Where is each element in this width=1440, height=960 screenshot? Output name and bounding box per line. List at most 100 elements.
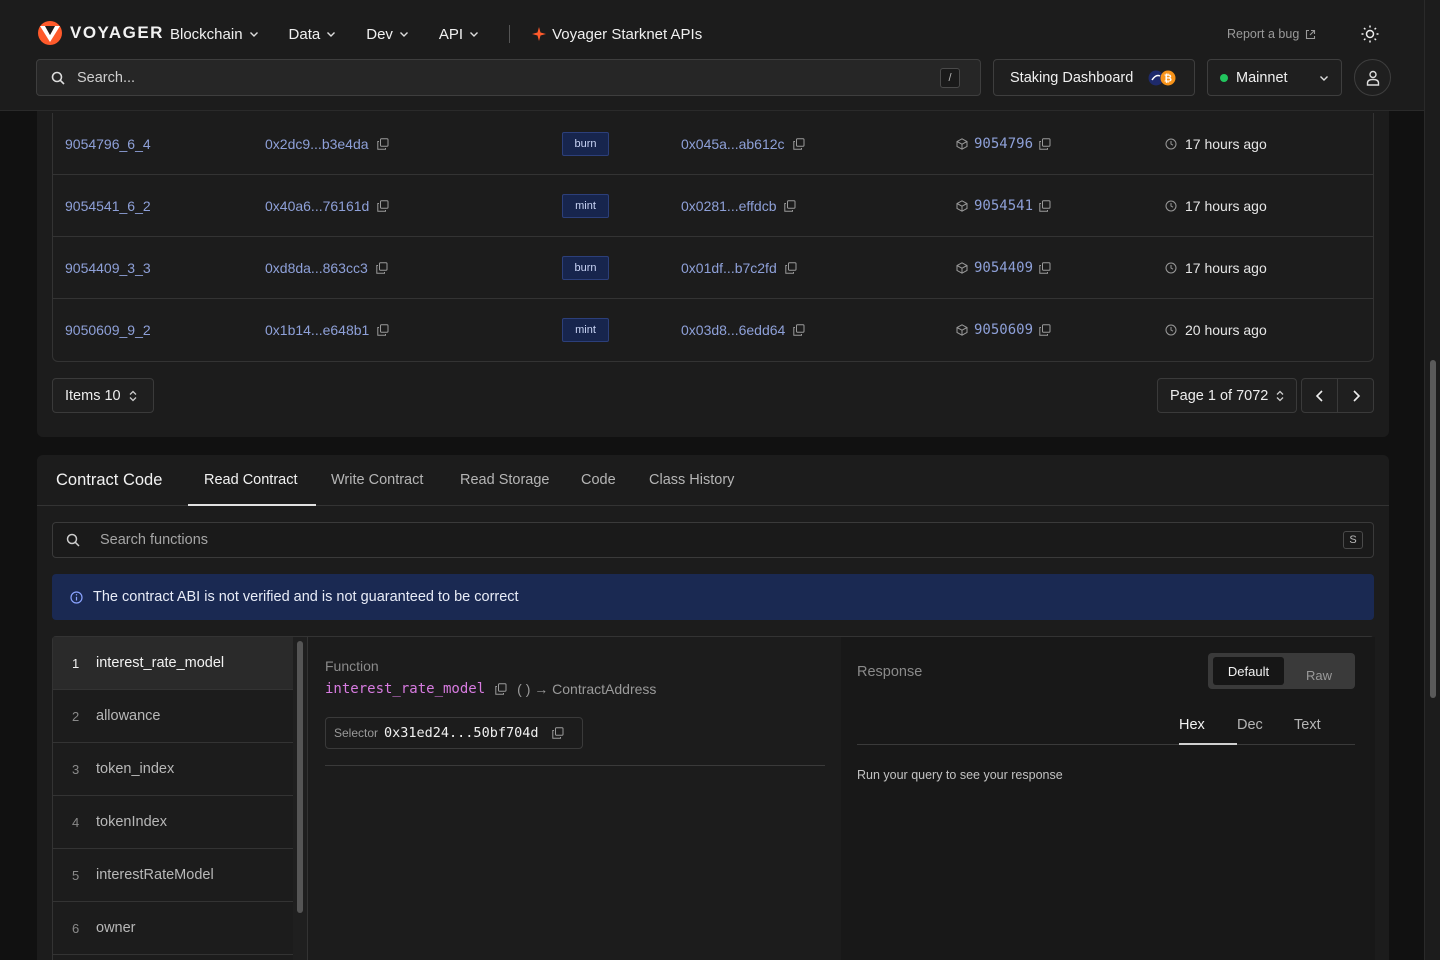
page-scrollbar[interactable] (1424, 0, 1440, 960)
tab-write-contract[interactable]: Write Contract (331, 472, 423, 488)
page-select[interactable]: Page 1 of 7072 (1157, 378, 1297, 413)
user-account-button[interactable] (1354, 59, 1391, 96)
function-label: Function (325, 658, 379, 674)
event-id-link[interactable]: 9054541_6_2 (65, 175, 151, 237)
page-scroll-thumb[interactable] (1430, 360, 1436, 698)
network-selector[interactable]: Mainnet (1207, 59, 1342, 96)
function-item[interactable]: 1 interest_rate_model (53, 637, 293, 690)
mode-raw-button[interactable]: Raw (1288, 661, 1350, 689)
tab-read-storage[interactable]: Read Storage (460, 472, 549, 488)
selector-label: Selector (334, 726, 379, 740)
function-item[interactable]: 4 tokenIndex (53, 796, 293, 849)
copy-icon[interactable] (1039, 200, 1051, 212)
from-address-link[interactable]: 0x0281...effdcb (681, 198, 776, 214)
nav-blockchain-label: Blockchain (170, 25, 243, 43)
function-name: interest_rate_model (96, 655, 225, 671)
tab-class-history[interactable]: Class History (649, 472, 734, 488)
chevron-up-down-icon (129, 390, 137, 401)
function-list-scrollbar[interactable] (293, 637, 308, 960)
block-number-link[interactable]: 9054541 (974, 198, 1033, 214)
page-label: Page 1 of 7072 (1170, 387, 1269, 404)
nav-blockchain[interactable]: Blockchain (170, 26, 259, 43)
next-page-button[interactable] (1337, 378, 1374, 413)
copy-icon[interactable] (785, 262, 797, 274)
format-hex-tab[interactable]: Hex (1179, 717, 1205, 733)
block-number-link[interactable]: 9054409 (974, 260, 1033, 276)
chevron-up-down-icon (1276, 390, 1284, 401)
format-dec-tab[interactable]: Dec (1237, 717, 1263, 733)
copy-icon[interactable] (1039, 138, 1051, 150)
function-item[interactable]: 5 interestRateModel (53, 849, 293, 902)
event-id-link[interactable]: 9054409_3_3 (65, 237, 151, 299)
active-format-indicator (1179, 743, 1237, 745)
format-text-tab[interactable]: Text (1294, 717, 1321, 733)
transfers-table: 9054796_6_4 0x2dc9...b3e4da burn 0x045a.… (52, 113, 1374, 362)
contract-card: Contract Code Read Contract Write Contra… (37, 455, 1389, 960)
nav-data[interactable]: Data (289, 26, 337, 43)
copy-icon[interactable] (784, 200, 796, 212)
copy-icon[interactable] (376, 262, 388, 274)
starknet-bitcoin-token-icons: ₿ (1148, 70, 1176, 86)
abi-warning-alert: The contract ABI is not verified and is … (52, 574, 1374, 620)
from-address-cell: 0x01df...b7c2fd (681, 237, 797, 299)
from-address-cell: 0x0281...effdcb (681, 175, 796, 237)
nav-api[interactable]: API (439, 26, 479, 43)
tx-hash-link[interactable]: 0x40a6...76161d (265, 198, 369, 214)
copy-icon[interactable] (552, 727, 564, 739)
from-address-cell: 0x03d8...6edd64 (681, 299, 805, 361)
tx-hash-cell: 0xd8da...863cc3 (265, 237, 388, 299)
mode-default-button[interactable]: Default (1213, 657, 1284, 685)
items-per-page-select[interactable]: Items 10 (52, 378, 154, 413)
copy-icon[interactable] (792, 138, 805, 150)
copy-icon[interactable] (1039, 324, 1051, 336)
nav-starknet-apis[interactable]: Voyager Starknet APIs (532, 26, 702, 43)
function-item[interactable]: 6 owner (53, 902, 293, 955)
event-id-link[interactable]: 9054796_6_4 (65, 113, 151, 175)
table-row: 9050609_9_2 0x1b14...e648b1 mint 0x03d8.… (53, 299, 1373, 361)
global-search-input[interactable]: Search... / (36, 59, 981, 96)
tx-hash-link[interactable]: 0x2dc9...b3e4da (265, 136, 369, 152)
cube-icon (956, 138, 968, 150)
staking-dashboard-button[interactable]: Staking Dashboard ₿ (993, 59, 1195, 96)
table-row: 9054541_6_2 0x40a6...76161d mint 0x0281.… (53, 175, 1373, 237)
copy-icon[interactable] (1039, 262, 1051, 274)
block-number-link[interactable]: 9054796 (974, 136, 1033, 152)
copy-icon[interactable] (377, 324, 389, 336)
from-address-link[interactable]: 0x03d8...6edd64 (681, 322, 785, 338)
tx-hash-cell: 0x2dc9...b3e4da (265, 113, 389, 175)
function-item[interactable]: 2 allowance (53, 690, 293, 743)
nav-divider (509, 25, 511, 43)
age-text: 17 hours ago (1185, 136, 1267, 152)
copy-icon[interactable] (376, 138, 389, 150)
tx-hash-link[interactable]: 0xd8da...863cc3 (265, 260, 368, 276)
from-address-cell: 0x045a...ab612c (681, 113, 805, 175)
tab-read-contract[interactable]: Read Contract (204, 472, 298, 488)
chevron-left-icon (1315, 389, 1323, 402)
main-nav: Blockchain Data Dev API Voyager Starknet… (170, 22, 702, 46)
function-list-scroll-thumb[interactable] (297, 641, 303, 913)
from-address-link[interactable]: 0x01df...b7c2fd (681, 260, 777, 276)
function-search-input[interactable]: Search functions S (52, 522, 1374, 558)
age-cell: 20 hours ago (1165, 299, 1267, 361)
search-icon (51, 71, 65, 85)
voyager-logo[interactable]: VOYAGER (36, 20, 164, 46)
block-number-link[interactable]: 9050609 (974, 322, 1033, 338)
copy-icon[interactable] (377, 200, 389, 212)
copy-icon[interactable] (793, 324, 805, 336)
tab-code[interactable]: Code (581, 472, 616, 488)
sun-icon[interactable] (1360, 24, 1380, 44)
user-icon (1366, 70, 1379, 86)
transfers-card: 9054796_6_4 0x2dc9...b3e4da burn 0x045a.… (37, 100, 1389, 437)
age-text: 17 hours ago (1185, 260, 1267, 276)
nav-dev[interactable]: Dev (366, 26, 409, 43)
event-id-link[interactable]: 9050609_9_2 (65, 299, 151, 361)
voyager-logo-icon (38, 21, 62, 45)
previous-page-button[interactable] (1301, 378, 1338, 413)
cube-icon (956, 200, 968, 212)
copy-icon[interactable] (495, 683, 507, 695)
tx-hash-link[interactable]: 0x1b14...e648b1 (265, 322, 369, 338)
function-item[interactable]: 3 token_index (53, 743, 293, 796)
from-address-link[interactable]: 0x045a...ab612c (681, 136, 785, 152)
function-name: token_index (96, 761, 175, 777)
report-bug-link[interactable]: Report a bug (1227, 27, 1316, 41)
